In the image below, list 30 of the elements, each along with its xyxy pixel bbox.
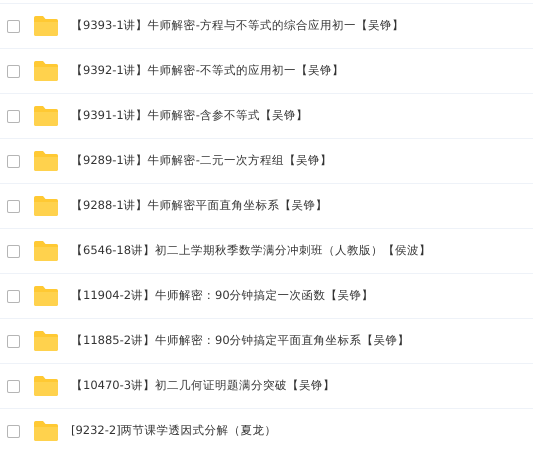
folder-icon bbox=[33, 375, 59, 397]
checkbox[interactable] bbox=[7, 334, 20, 348]
file-name[interactable]: 【11904-2讲】牛师解密：90分钟搞定一次函数【吴铮】 bbox=[71, 287, 374, 305]
file-name[interactable]: 【9391-1讲】牛师解密-含参不等式【吴铮】 bbox=[71, 107, 308, 125]
checkbox[interactable] bbox=[7, 64, 20, 78]
file-name[interactable]: 【9392-1讲】牛师解密-不等式的应用初一【吴铮】 bbox=[71, 62, 344, 80]
checkbox[interactable] bbox=[7, 110, 20, 122]
folder-icon bbox=[33, 285, 59, 307]
checkbox[interactable] bbox=[7, 20, 20, 32]
file-name[interactable]: 【10470-3讲】初二几何证明题满分突破【吴铮】 bbox=[71, 377, 336, 395]
file-name[interactable]: [9232-2]两节课学透因式分解（夏龙） bbox=[71, 422, 277, 440]
file-name[interactable]: 【9393-1讲】牛师解密-方程与不等式的综合应用初一【吴铮】 bbox=[71, 17, 404, 35]
folder-icon bbox=[33, 240, 59, 262]
checkbox[interactable] bbox=[7, 244, 20, 258]
checkbox[interactable] bbox=[7, 200, 20, 212]
file-name[interactable]: 【9288-1讲】牛师解密平面直角坐标系【吴铮】 bbox=[71, 197, 328, 215]
folder-icon bbox=[33, 420, 59, 442]
folder-icon bbox=[33, 330, 59, 352]
checkbox[interactable] bbox=[7, 380, 20, 392]
checkbox[interactable] bbox=[7, 424, 20, 438]
file-name[interactable]: 【6546-18讲】初二上学期秋季数学满分冲刺班（人教版）【侯波】 bbox=[71, 242, 432, 260]
folder-icon bbox=[33, 195, 59, 217]
folder-icon bbox=[33, 105, 59, 127]
folder-icon bbox=[33, 60, 59, 82]
file-name[interactable]: 【9289-1讲】牛师解密-二元一次方程组【吴铮】 bbox=[71, 152, 332, 170]
folder-icon bbox=[33, 15, 59, 37]
checkbox[interactable] bbox=[7, 154, 20, 168]
checkbox[interactable] bbox=[7, 290, 20, 302]
folder-icon bbox=[33, 150, 59, 172]
file-name[interactable]: 【11885-2讲】牛师解密：90分钟搞定平面直角坐标系【吴铮】 bbox=[71, 332, 410, 350]
